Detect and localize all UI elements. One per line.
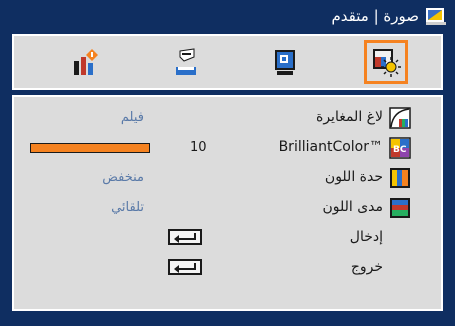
image-brightness-icon <box>373 49 401 77</box>
bottom-bar <box>0 317 455 326</box>
hand-settings-icon <box>176 48 196 75</box>
menu-row-color-temp[interactable]: منخفض حدة اللون <box>14 163 441 193</box>
menu-row-label: BrilliantColor™ <box>278 139 383 155</box>
color-space-icon <box>389 197 411 219</box>
menu-row-value: تلقائي <box>111 200 144 215</box>
menu-row-brilliantcolor[interactable]: 10 BrilliantColor™ BC <box>14 133 441 163</box>
tab-image[interactable] <box>364 40 408 84</box>
color-temp-icon <box>389 167 411 189</box>
tab-info[interactable] <box>64 40 108 84</box>
menu-tab-bar <box>12 34 443 90</box>
title-bar: صورة | متقدم <box>0 0 455 34</box>
enter-button[interactable] <box>168 259 202 275</box>
osd-window: صورة | متقدم فيلم لاغ المغايرة 10 Brilli… <box>0 0 455 326</box>
menu-row-label: خروج <box>350 259 383 275</box>
enter-arrow-icon <box>174 233 196 243</box>
enter-button[interactable] <box>168 229 202 245</box>
menu-row-label: لاغ المغايرة <box>315 109 383 125</box>
tab-display[interactable] <box>264 40 308 84</box>
settings-panel: فيلم لاغ المغايرة 10 BrilliantColor™ BC … <box>12 95 443 311</box>
slider-value: 10 <box>190 140 207 155</box>
info-icon <box>74 49 98 75</box>
menu-row-value: منخفض <box>102 170 144 185</box>
gamma-curve-icon <box>389 107 411 129</box>
menu-row-value: فيلم <box>120 110 144 125</box>
svg-text:BC: BC <box>393 145 407 155</box>
menu-row-input[interactable]: إدخال <box>14 223 441 253</box>
image-menu-icon <box>425 6 447 26</box>
window-title: صورة | متقدم <box>331 7 420 25</box>
tab-settings[interactable] <box>164 40 208 84</box>
menu-row-label: حدة اللون <box>324 169 383 185</box>
enter-arrow-icon <box>174 263 196 273</box>
brilliantcolor-icon: BC <box>389 137 411 159</box>
menu-row-film-mode[interactable]: فيلم لاغ المغايرة <box>14 103 441 133</box>
display-icon <box>275 50 295 75</box>
menu-row-exit[interactable]: خروج <box>14 253 441 283</box>
menu-row-color-space[interactable]: تلقائي مدى اللون <box>14 193 441 223</box>
brilliantcolor-slider[interactable] <box>30 143 150 153</box>
menu-row-label: إدخال <box>349 229 383 245</box>
menu-row-label: مدى اللون <box>322 199 383 215</box>
